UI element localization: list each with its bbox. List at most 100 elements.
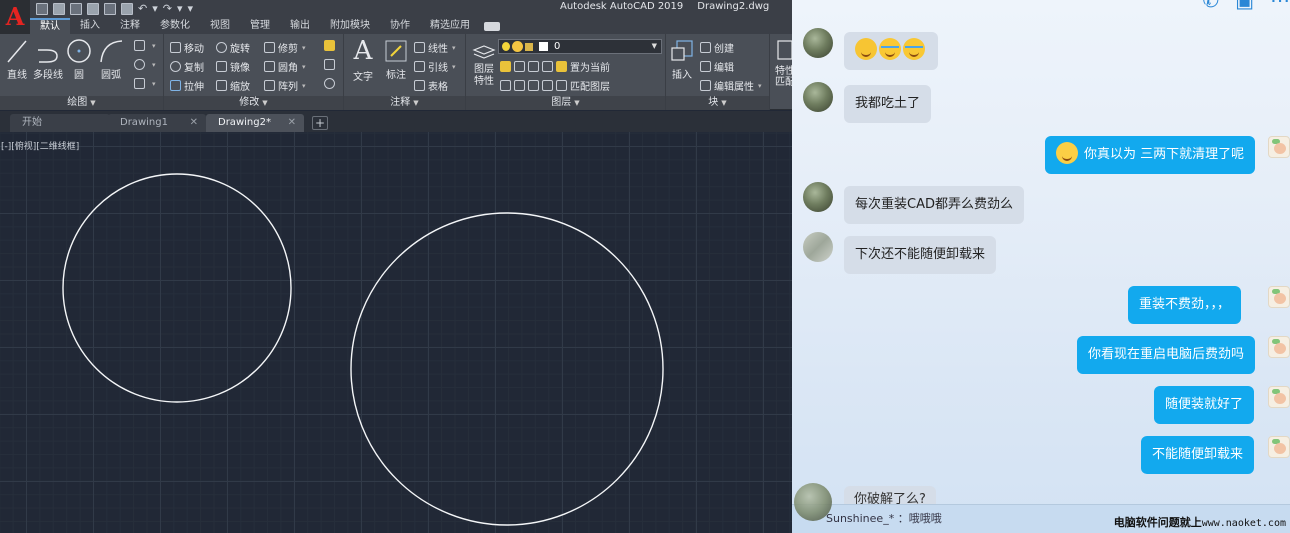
new-tab-button[interactable]: + [312, 116, 328, 130]
avatar[interactable] [803, 182, 833, 212]
message-bubble[interactable]: 你真以为 三两下就清理了呢 [1045, 136, 1256, 174]
layer-on-tool-icon[interactable] [500, 80, 511, 91]
layer-isolate-icon[interactable] [514, 61, 525, 72]
close-icon[interactable]: ✕ [190, 114, 198, 132]
trim-tool[interactable]: 修剪 ▾ [264, 40, 306, 55]
close-icon[interactable]: ✕ [288, 114, 296, 132]
explode-tool[interactable] [324, 59, 338, 70]
message-bubble[interactable]: 你看现在重启电脑后费劲吗 [1077, 336, 1256, 374]
copy-tool[interactable]: 复制 [170, 59, 204, 74]
mirror-tool[interactable]: 镜像 [216, 59, 250, 74]
avatar[interactable] [803, 82, 833, 112]
edit-attributes-tool[interactable]: 编辑属性 ▾ [700, 78, 762, 93]
undo-icon[interactable]: ↶ [138, 3, 147, 15]
erase-tool[interactable] [324, 40, 338, 51]
dimension-tool[interactable]: 标注 [382, 38, 410, 81]
move-tool[interactable]: 移动 [170, 40, 204, 55]
rectangle-tool[interactable]: ▾ [134, 40, 156, 51]
text-tool[interactable]: A 文字 [350, 38, 376, 83]
create-block-tool[interactable]: 创建 [700, 40, 734, 55]
linear-tool[interactable]: 线性 ▾ [414, 40, 456, 55]
block-panel-footer[interactable]: 块 ▼ [666, 96, 769, 110]
web-mobile-icon[interactable] [104, 3, 116, 15]
message-bubble[interactable]: 重装不费劲，，， [1128, 286, 1242, 324]
tab-parametric[interactable]: 参数化 [150, 18, 200, 34]
match-properties-tool[interactable]: 特性 匹配 [774, 38, 792, 88]
more-icon[interactable]: ⋯ [1270, 0, 1290, 10]
save-icon[interactable] [70, 3, 82, 15]
tab-output[interactable]: 输出 [280, 18, 320, 34]
customize-qat-icon[interactable]: ▾ [188, 3, 194, 15]
layer-unlock-icon[interactable] [542, 80, 553, 91]
layer-thaw-icon[interactable] [528, 80, 539, 91]
tab-start[interactable]: 开始 [10, 114, 110, 132]
match-layer-label[interactable]: 匹配图层 [570, 78, 610, 93]
layer-off-icon[interactable] [500, 61, 511, 72]
message-bubble[interactable]: 不能随便卸载来 [1141, 436, 1255, 474]
avatar[interactable] [1268, 386, 1290, 408]
circle-tool[interactable]: 圆 [66, 38, 92, 81]
match-layer-icon[interactable] [556, 80, 567, 91]
layer-properties-tool[interactable]: 图层 特性 [470, 40, 498, 88]
autocad-logo-icon[interactable]: A▾ [0, 0, 30, 45]
redo-icon[interactable]: ↷ [163, 3, 172, 15]
plot-icon[interactable] [121, 3, 133, 15]
draw-panel-footer[interactable]: 绘图 ▼ [0, 96, 163, 110]
offset-tool[interactable] [324, 78, 338, 89]
tab-collaborate[interactable]: 协作 [380, 18, 420, 34]
layer-dropdown[interactable]: 0 ▼ [498, 39, 662, 54]
message-bubble[interactable]: 每次重装CAD都弄么费劲么 [844, 186, 1024, 224]
ribbon-options-icon[interactable] [480, 18, 504, 34]
set-current-label[interactable]: 置为当前 [570, 59, 610, 74]
video-call-icon[interactable]: ▣ [1235, 0, 1254, 10]
phone-icon[interactable]: ✆ [1202, 0, 1219, 10]
undo-dropdown-icon[interactable]: ▾ [152, 3, 158, 15]
layers-panel-footer[interactable]: 图层 ▼ [466, 96, 665, 110]
tab-annotate[interactable]: 注释 [110, 18, 150, 34]
message-bubble-partial[interactable]: 你破解了么? [844, 486, 936, 506]
message-bubble[interactable]: 下次还不能随便卸载来 [844, 236, 997, 274]
leader-tool[interactable]: 引线 ▾ [414, 59, 456, 74]
tab-drawing2[interactable]: Drawing2* ✕ [206, 114, 304, 132]
insert-block-tool[interactable]: 插入 [668, 38, 696, 81]
array-tool[interactable]: 阵列 ▾ [264, 78, 306, 93]
avatar[interactable] [1268, 436, 1290, 458]
tab-addins[interactable]: 附加模块 [320, 18, 380, 34]
scale-tool[interactable]: 缩放 [216, 78, 250, 93]
polyline-tool[interactable]: 多段线 [32, 38, 64, 81]
tab-default[interactable]: 默认 [30, 18, 70, 34]
avatar[interactable] [803, 28, 833, 58]
drawing-canvas[interactable] [0, 132, 792, 533]
rotate-tool[interactable]: 旋转 [216, 40, 250, 55]
edit-block-tool[interactable]: 编辑 [700, 59, 734, 74]
layer-unisolate-icon[interactable] [514, 80, 525, 91]
line-tool[interactable]: 直线 [4, 38, 30, 81]
avatar[interactable] [1268, 136, 1290, 158]
annotation-panel-footer[interactable]: 注释 ▼ [344, 96, 465, 110]
layer-lock-tool-icon[interactable] [542, 61, 553, 72]
open-file-icon[interactable] [53, 3, 65, 15]
table-tool[interactable]: 表格 [414, 78, 448, 93]
layer-freeze-tool-icon[interactable] [528, 61, 539, 72]
message-bubble[interactable]: 我都吃土了 [844, 85, 932, 123]
avatar[interactable] [1268, 286, 1290, 308]
new-file-icon[interactable] [36, 3, 48, 15]
stretch-tool[interactable]: 拉伸 [170, 78, 204, 93]
message-bubble[interactable] [844, 32, 938, 70]
hatch-tool[interactable]: ▾ [134, 59, 156, 70]
modify-panel-footer[interactable]: 修改 ▼ [164, 96, 343, 110]
set-current-icon[interactable] [556, 61, 567, 72]
circle-small[interactable] [62, 173, 292, 403]
fillet-tool[interactable]: 圆角 ▾ [264, 59, 306, 74]
redo-dropdown-icon[interactable]: ▾ [177, 3, 183, 15]
drawing-viewport[interactable]: [-][俯视][二维线框] [0, 132, 792, 533]
tab-drawing1[interactable]: Drawing1 ✕ [108, 114, 206, 132]
message-bubble[interactable]: 随便装就好了 [1154, 386, 1255, 424]
avatar[interactable] [1268, 336, 1290, 358]
tab-featured-apps[interactable]: 精选应用 [420, 18, 480, 34]
tab-view[interactable]: 视图 [200, 18, 240, 34]
tab-insert[interactable]: 插入 [70, 18, 110, 34]
save-as-icon[interactable] [87, 3, 99, 15]
circle-large[interactable] [350, 212, 664, 526]
avatar[interactable] [803, 232, 833, 262]
